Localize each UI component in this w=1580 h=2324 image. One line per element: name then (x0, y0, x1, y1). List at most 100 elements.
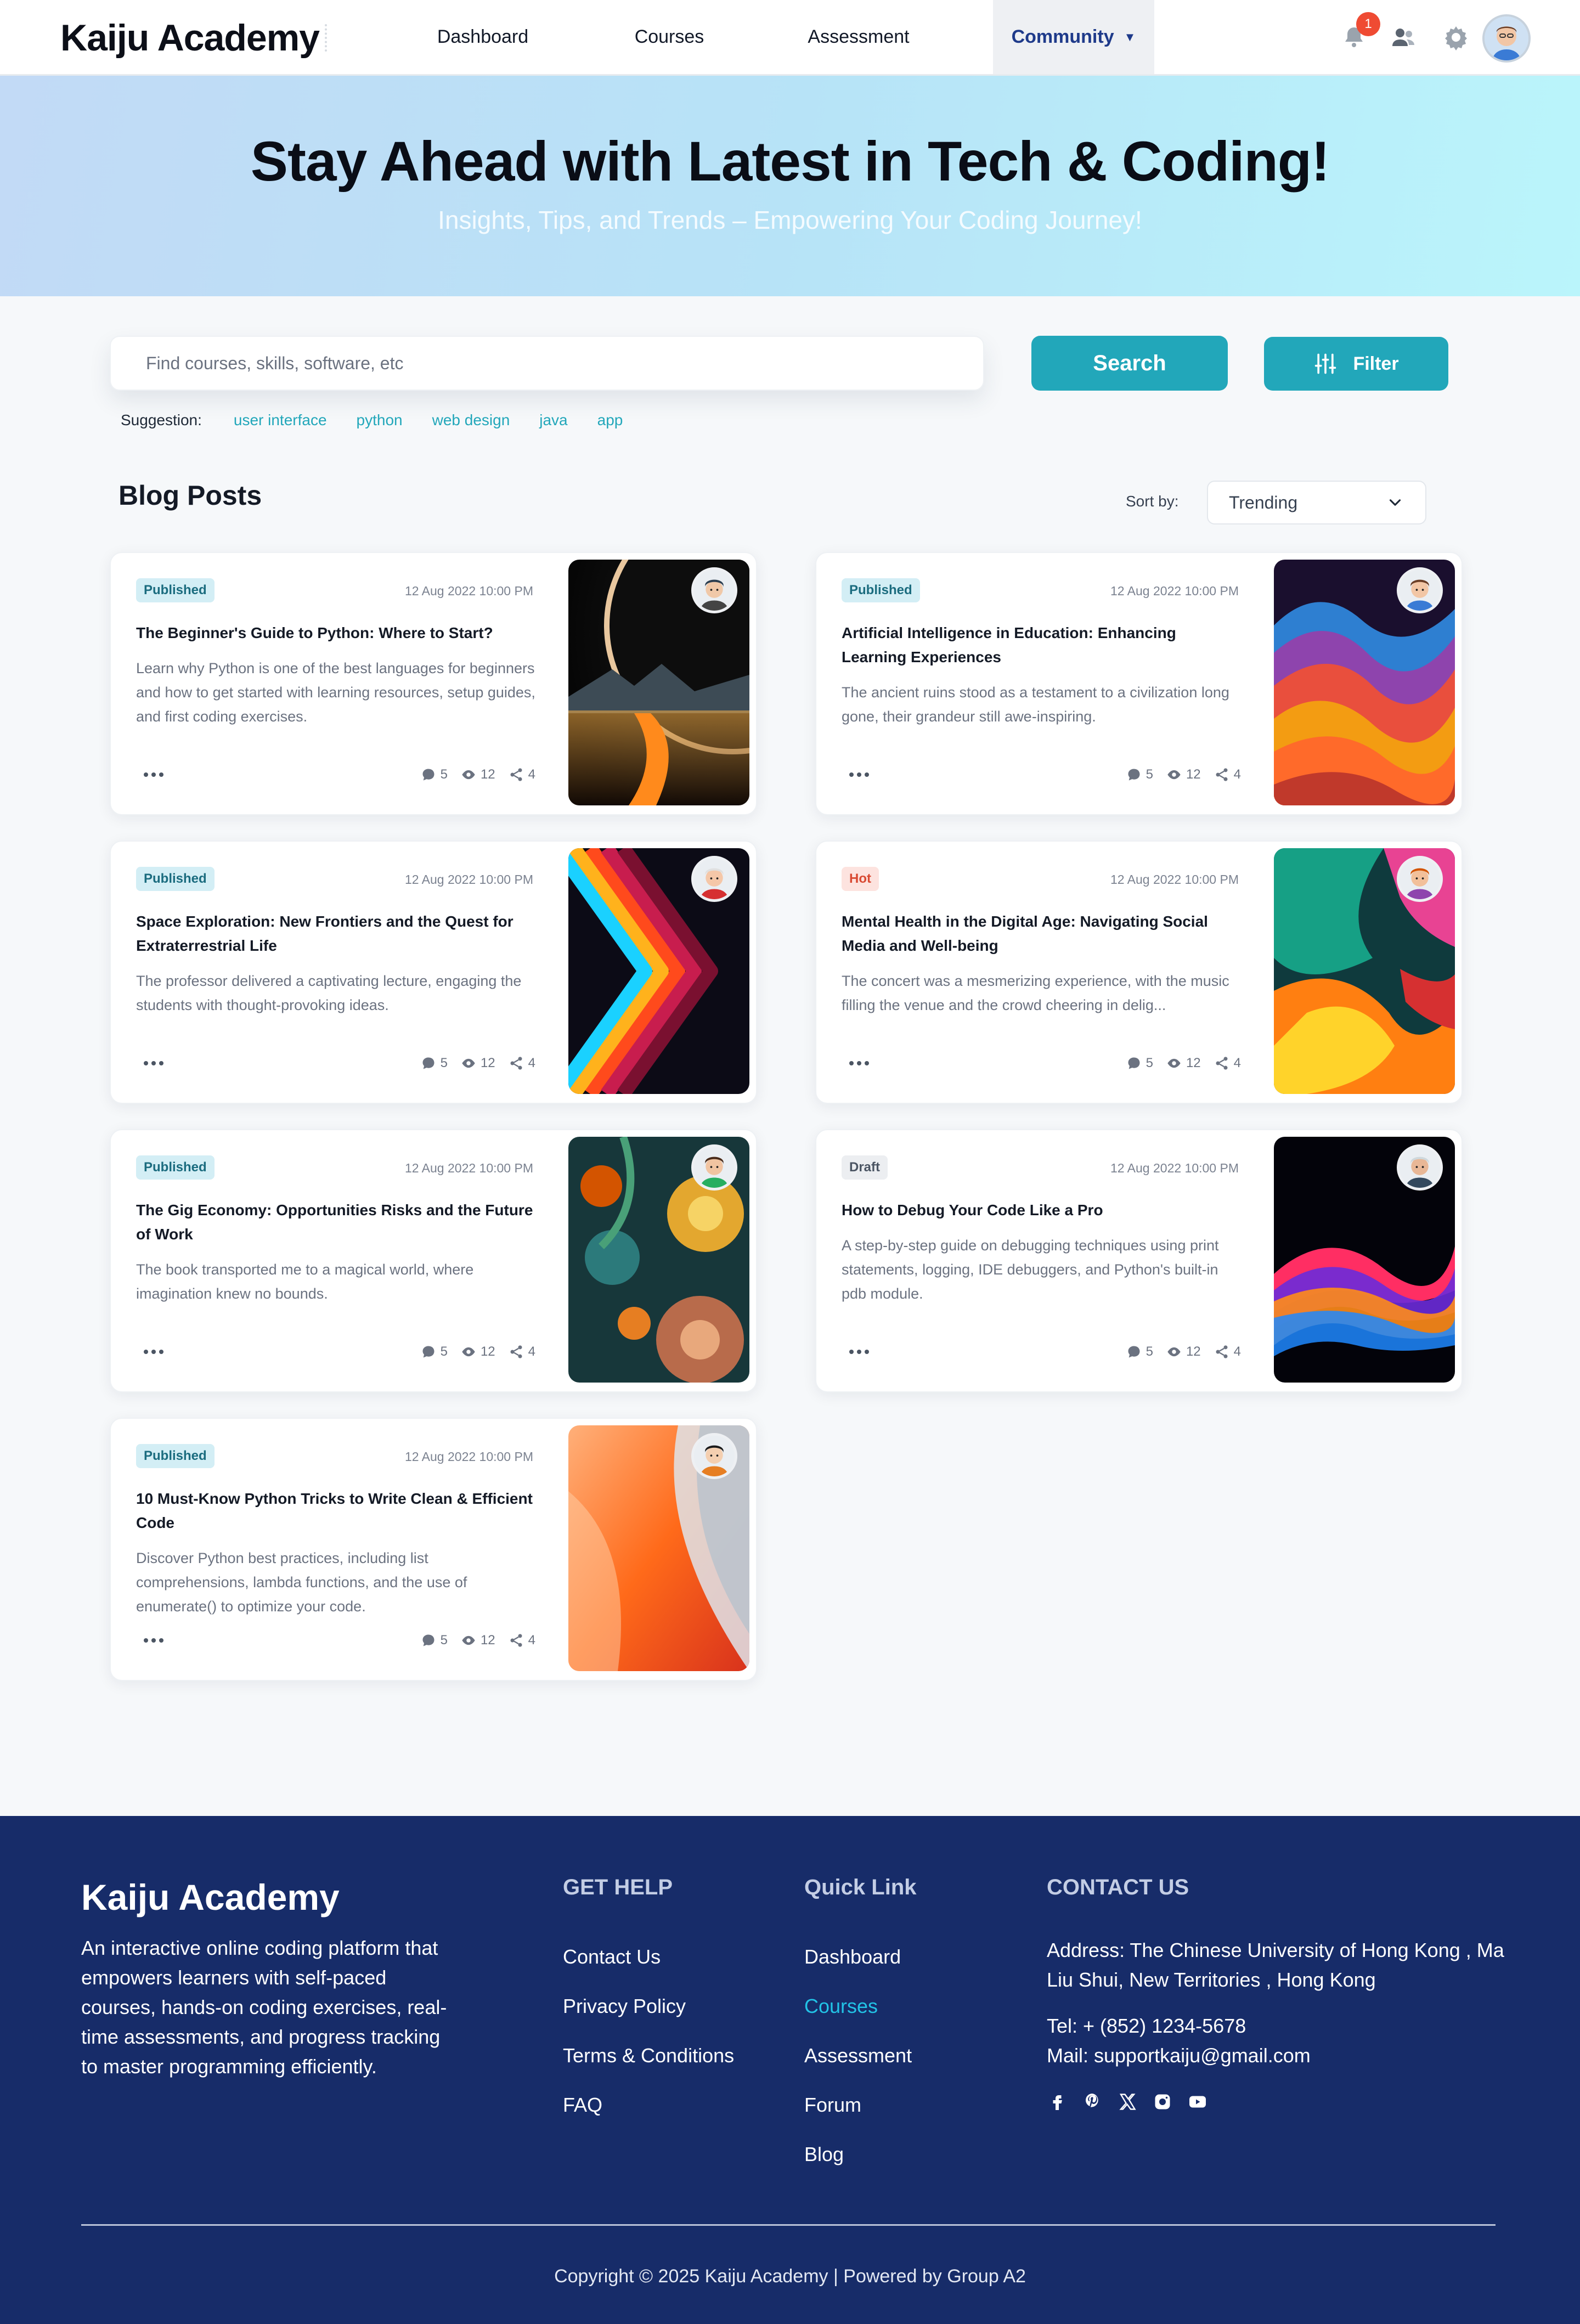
footer-link-forum[interactable]: Forum (804, 2094, 861, 2117)
comments-stat[interactable]: 5 (1126, 767, 1153, 782)
suggestion-tag[interactable]: user interface (234, 411, 327, 429)
footer-link-terms[interactable]: Terms & Conditions (563, 2044, 734, 2067)
sort-dropdown[interactable]: Trending (1207, 481, 1426, 524)
contact-mail[interactable]: Mail: supportkaiju@gmail.com (1047, 2041, 1519, 2071)
more-options-icon[interactable] (144, 1058, 171, 1069)
nav-assessment[interactable]: Assessment (785, 0, 933, 74)
blog-card[interactable]: Draft 12 Aug 2022 10:00 PM How to Debug Yo… (815, 1129, 1463, 1392)
comments-stat[interactable]: 5 (421, 767, 448, 782)
shares-stat[interactable]: 4 (1214, 767, 1241, 782)
shares-count: 4 (528, 767, 535, 782)
author-avatar[interactable] (691, 567, 737, 613)
suggestion-tag[interactable]: java (539, 411, 567, 429)
footer-link-faq[interactable]: FAQ (563, 2094, 602, 2117)
comments-stat[interactable]: 5 (421, 1056, 448, 1071)
nav-courses[interactable]: Courses (603, 0, 735, 74)
status-badge: Published (136, 867, 215, 891)
blog-card[interactable]: Hot 12 Aug 2022 10:00 PM Mental Health in … (815, 841, 1463, 1104)
blog-card[interactable]: Published 12 Aug 2022 10:00 PM The Beginne… (110, 552, 757, 815)
sliders-icon (1315, 353, 1336, 374)
hero-title: Stay Ahead with Latest in Tech & Coding! (250, 130, 1330, 193)
get-help-title: GET HELP (563, 1875, 673, 1899)
gear-icon[interactable] (1441, 22, 1471, 53)
shares-stat[interactable]: 4 (1214, 1056, 1241, 1071)
suggestion-tag[interactable]: app (597, 411, 623, 429)
footer-link-courses[interactable]: Courses (804, 1995, 878, 2018)
eye-icon (462, 1347, 475, 1357)
shares-stat[interactable]: 4 (509, 1056, 535, 1071)
footer-link-privacy[interactable]: Privacy Policy (563, 1995, 686, 2018)
youtube-icon[interactable] (1187, 2091, 1208, 2112)
footer-link-blog[interactable]: Blog (804, 2143, 844, 2166)
more-options-icon[interactable] (849, 1058, 877, 1069)
comment-icon (1128, 1057, 1140, 1069)
views-count: 12 (480, 1633, 495, 1648)
post-title[interactable]: Artificial Intelligence in Education: En… (842, 621, 1242, 669)
comment-icon (1128, 1346, 1140, 1358)
blog-card[interactable]: Published 12 Aug 2022 10:00 PM Space Explo… (110, 841, 757, 1104)
quick-link-title: Quick Link (804, 1875, 917, 1899)
author-avatar[interactable] (1397, 567, 1443, 613)
views-stat: 12 (1166, 767, 1201, 782)
status-badge: Published (842, 578, 920, 602)
post-title[interactable]: Space Exploration: New Frontiers and the… (136, 910, 537, 958)
suggestion-label: Suggestion: (121, 411, 202, 428)
sort-label: Sort by: (1126, 493, 1179, 510)
nav-community[interactable]: Community ▼ (993, 0, 1154, 74)
author-avatar[interactable] (1397, 1144, 1443, 1191)
shares-count: 4 (1233, 1056, 1241, 1070)
shares-stat[interactable]: 4 (509, 1633, 535, 1648)
x-icon[interactable] (1117, 2091, 1138, 2112)
facebook-icon[interactable] (1047, 2091, 1068, 2112)
search-input[interactable] (146, 353, 941, 374)
status-badge: Published (136, 1444, 215, 1468)
blog-card[interactable]: Published 12 Aug 2022 10:00 PM Artificial … (815, 552, 1463, 815)
shares-stat[interactable]: 4 (1214, 1344, 1241, 1360)
comment-icon (1128, 769, 1140, 781)
post-stats: 5 12 4 (1113, 1052, 1241, 1074)
more-options-icon[interactable] (849, 769, 877, 780)
more-options-icon[interactable] (144, 769, 171, 780)
post-title[interactable]: Mental Health in the Digital Age: Naviga… (842, 910, 1242, 958)
suggestion-tag[interactable]: web design (432, 411, 510, 429)
status-badge: Draft (842, 1155, 888, 1180)
more-options-icon[interactable] (849, 1346, 877, 1357)
author-avatar[interactable] (691, 1433, 737, 1479)
views-stat: 12 (461, 1056, 495, 1071)
shares-stat[interactable]: 4 (509, 1344, 535, 1360)
author-avatar[interactable] (691, 1144, 737, 1191)
divider (325, 24, 327, 52)
footer-link-contact[interactable]: Contact Us (563, 1945, 661, 1968)
blog-card[interactable]: Published 12 Aug 2022 10:00 PM 10 Must-Kno… (110, 1418, 757, 1681)
comments-stat[interactable]: 5 (1126, 1056, 1153, 1071)
footer: Kaiju Academy An interactive online codi… (0, 1816, 1580, 2324)
post-title[interactable]: How to Debug Your Code Like a Pro (842, 1198, 1242, 1222)
post-title[interactable]: The Gig Economy: Opportunities Risks and… (136, 1198, 537, 1246)
pinterest-icon[interactable] (1082, 2091, 1103, 2112)
filter-button[interactable]: Filter (1264, 337, 1448, 391)
more-options-icon[interactable] (144, 1346, 171, 1357)
comments-stat[interactable]: 5 (421, 1633, 448, 1648)
eye-icon (462, 1635, 475, 1645)
blog-card[interactable]: Published 12 Aug 2022 10:00 PM The Gig Eco… (110, 1129, 757, 1392)
comments-stat[interactable]: 5 (421, 1344, 448, 1360)
more-options-icon[interactable] (144, 1635, 171, 1646)
shares-stat[interactable]: 4 (509, 767, 535, 782)
comments-stat[interactable]: 5 (1126, 1344, 1153, 1360)
search-button[interactable]: Search (1031, 336, 1228, 391)
author-avatar[interactable] (691, 856, 737, 902)
top-navbar: Kaiju Academy Dashboard Courses Assessme… (0, 0, 1580, 76)
footer-link-assessment[interactable]: Assessment (804, 2044, 912, 2067)
suggestion-tag[interactable]: python (357, 411, 403, 429)
author-avatar[interactable] (1397, 856, 1443, 902)
suggestions: Suggestion: user interface python web de… (121, 411, 652, 429)
post-title[interactable]: 10 Must-Know Python Tricks to Write Clea… (136, 1487, 537, 1535)
instagram-icon[interactable] (1152, 2091, 1173, 2112)
users-icon[interactable] (1388, 22, 1419, 53)
post-title[interactable]: The Beginner's Guide to Python: Where to… (136, 621, 537, 645)
brand-logo[interactable]: Kaiju Academy (60, 16, 320, 59)
sort-value: Trending (1229, 492, 1298, 512)
nav-dashboard[interactable]: Dashboard (417, 0, 549, 74)
footer-link-dashboard[interactable]: Dashboard (804, 1945, 901, 1968)
user-avatar[interactable] (1482, 14, 1531, 63)
